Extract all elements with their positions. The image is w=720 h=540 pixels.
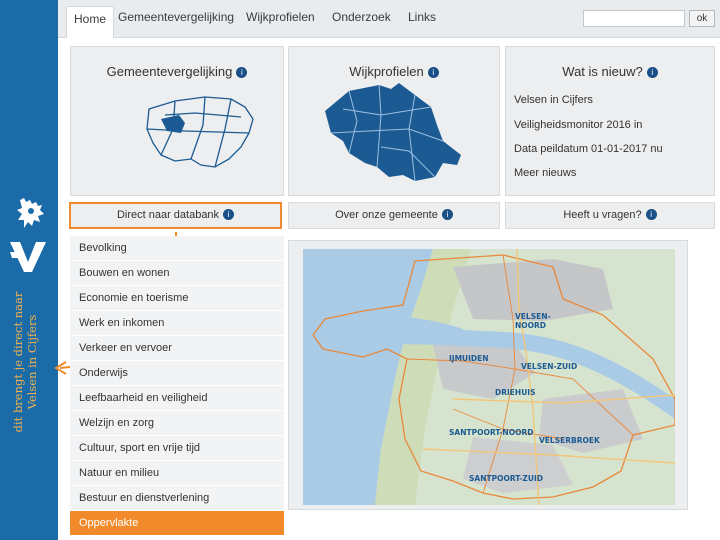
menu-item-verkeer-vervoer[interactable]: Verkeer en vervoer (70, 336, 284, 361)
databank-button[interactable]: Direct naar databank i (69, 202, 282, 229)
news-more-link[interactable]: Meer nieuws (514, 167, 576, 179)
tab-home[interactable]: Home (66, 6, 114, 38)
wijkprofielen-title: Wijkprofielen i (289, 64, 499, 79)
nieuws-title-text: Wat is nieuw? (562, 64, 643, 79)
menu-item-onderwijs[interactable]: Onderwijs (70, 361, 284, 386)
nieuws-title: Wat is nieuw? i (506, 64, 714, 79)
wijkprofielen-title-text: Wijkprofielen (349, 64, 424, 79)
vragen-button-label: Heeft u vragen? (563, 209, 642, 221)
info-icon[interactable]: i (441, 209, 453, 220)
news-item[interactable]: Data peildatum 01-01-2017 nu (514, 143, 663, 155)
vragen-button[interactable]: Heeft u vragen? i (505, 202, 715, 229)
theme-menu: Bevolking Bouwen en wonen Economie en to… (70, 236, 284, 536)
map-label-ijmuiden: IJMUIDEN (449, 354, 489, 363)
map-label-velsen-noord: VELSEN-NOORD (515, 312, 551, 330)
area-map-panel: VELSEN-NOORD IJMUIDEN VELSEN-ZUID DRIEHU… (288, 240, 688, 510)
municipality-outline-map-icon (146, 96, 254, 168)
menu-item-oppervlakte[interactable]: Oppervlakte (70, 511, 284, 536)
tab-gemeentevergelijking[interactable]: Gemeentevergelijking (118, 10, 234, 24)
nieuws-panel: Wat is nieuw? i Velsen in Cijfers Veiligh… (505, 46, 715, 196)
velsen-crest-icon (17, 198, 44, 228)
gemeentevergelijking-title: Gemeentevergelijking i (71, 64, 283, 79)
menu-item-bouwen-wonen[interactable]: Bouwen en wonen (70, 261, 284, 286)
menu-item-welzijn-zorg[interactable]: Welzijn en zorg (70, 411, 284, 436)
map-label-velserbroek: VELSERBROEK (539, 436, 601, 445)
brand-sidebar: dit brengt je direct naar Velsen in Cijf… (0, 0, 58, 540)
info-icon[interactable]: i (223, 209, 235, 220)
top-navigation: Home Gemeentevergelijking Wijkprofielen … (58, 0, 720, 38)
map-label-santpoort-noord: SANTPOORT-NOORD (449, 428, 533, 437)
side-caption: dit brengt je direct naar Velsen in Cijf… (11, 267, 51, 457)
over-gemeente-button[interactable]: Over onze gemeente i (288, 202, 500, 229)
menu-item-werk-inkomen[interactable]: Werk en inkomen (70, 311, 284, 336)
search-ok-button[interactable]: ok (689, 10, 715, 27)
gemeentevergelijking-panel[interactable]: Gemeentevergelijking i (70, 46, 284, 196)
info-icon[interactable]: i (427, 67, 439, 78)
info-icon[interactable]: i (645, 209, 657, 220)
menu-item-cultuur-sport[interactable]: Cultuur, sport en vrije tijd (70, 436, 284, 461)
side-caption-line1: dit brengt je direct naar (11, 291, 25, 433)
gemeentevergelijking-title-text: Gemeentevergelijking (106, 64, 233, 79)
menu-item-leefbaarheid-veiligheid[interactable]: Leefbaarheid en veiligheid (70, 386, 284, 411)
wijkprofielen-panel[interactable]: Wijkprofielen i (288, 46, 500, 196)
velsen-area-map[interactable]: VELSEN-NOORD IJMUIDEN VELSEN-ZUID DRIEHU… (303, 249, 675, 505)
map-label-velsen-zuid: VELSEN-ZUID (521, 362, 577, 371)
menu-item-bevolking[interactable]: Bevolking (70, 236, 284, 261)
district-map-icon (325, 83, 461, 182)
tab-links[interactable]: Links (408, 10, 436, 24)
side-caption-line2: Velsen in Cijfers (25, 314, 39, 410)
news-item[interactable]: Velsen in Cijfers (514, 94, 593, 106)
map-label-driehuis: DRIEHUIS (495, 388, 535, 397)
news-item[interactable]: Veiligheidsmonitor 2016 in (514, 119, 642, 131)
databank-button-label: Direct naar databank (116, 209, 220, 221)
menu-item-economie-toerisme[interactable]: Economie en toerisme (70, 286, 284, 311)
info-icon[interactable]: i (236, 67, 248, 78)
map-label-santpoort-zuid: SANTPOORT-ZUID (469, 474, 543, 483)
menu-item-bestuur-dienstverlening[interactable]: Bestuur en dienstverlening (70, 486, 284, 511)
info-icon[interactable]: i (646, 67, 658, 78)
over-gemeente-button-label: Over onze gemeente (335, 209, 438, 221)
menu-item-natuur-milieu[interactable]: Natuur en milieu (70, 461, 284, 486)
search-input[interactable] (583, 10, 685, 27)
tab-wijkprofielen[interactable]: Wijkprofielen (246, 10, 315, 24)
tab-onderzoek[interactable]: Onderzoek (332, 10, 391, 24)
